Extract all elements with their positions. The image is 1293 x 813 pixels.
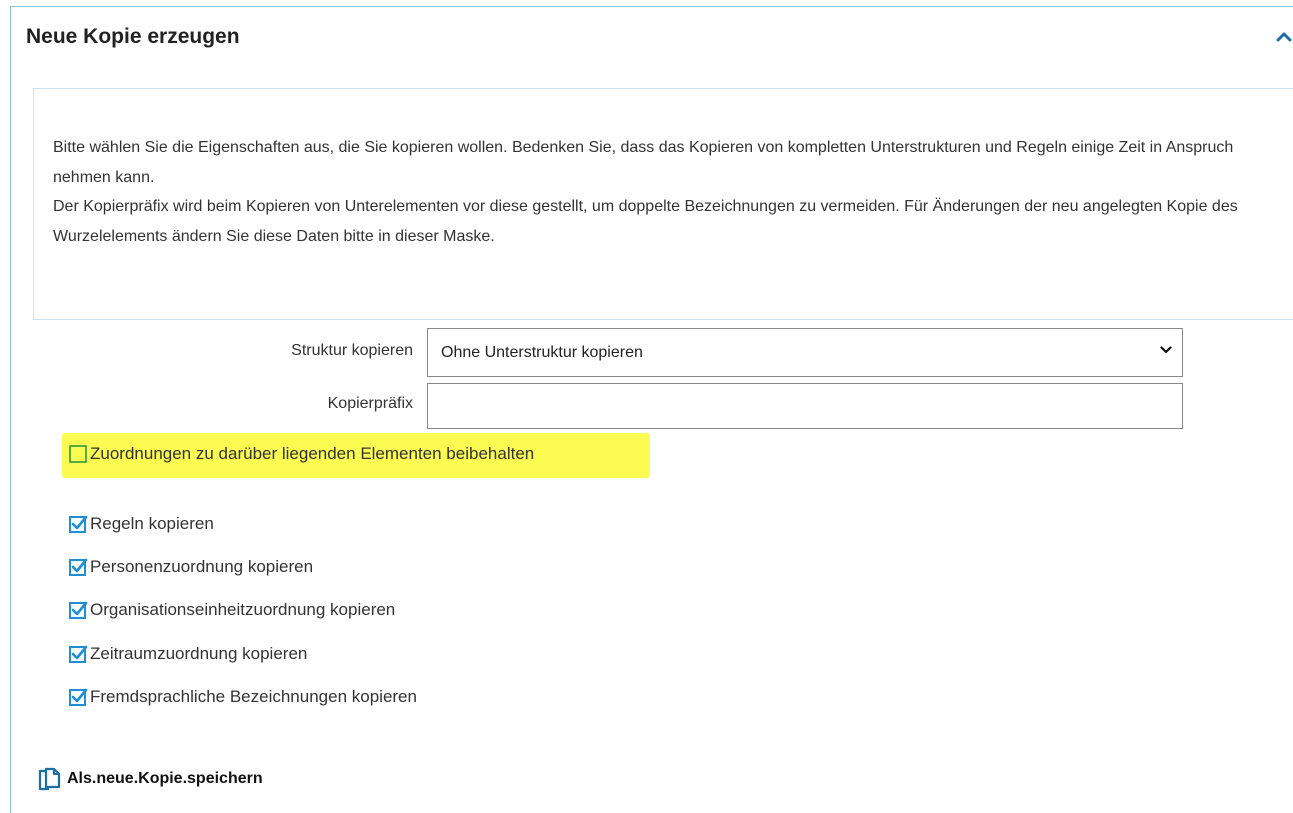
checkbox-checked-icon <box>69 558 88 576</box>
checkbox-checked-icon <box>69 645 88 663</box>
foreign-names-label: Fremdsprachliche Bezeichnungen kopieren <box>90 687 417 706</box>
org-units-checkbox[interactable]: Organisationseinheitzuordnung kopieren <box>68 598 395 622</box>
org-units-label: Organisationseinheitzuordnung kopieren <box>90 600 396 619</box>
periods-checkbox[interactable]: Zeitraumzuordnung kopieren <box>68 642 307 666</box>
info-paragraph-1: Bitte wählen Sie die Eigenschaften aus, … <box>53 139 1234 186</box>
chevron-up-icon <box>1276 32 1292 42</box>
rules-checkbox[interactable]: Regeln kopieren <box>68 512 214 536</box>
chevron-down-icon <box>1160 346 1172 354</box>
checkbox-checked-icon <box>69 515 88 533</box>
foreign-names-checkbox[interactable]: Fremdsprachliche Bezeichnungen kopieren <box>68 685 417 709</box>
save-as-copy-button[interactable]: Als.neue.Kopie.speichern <box>37 767 263 791</box>
checkbox-unchecked-icon <box>69 445 87 463</box>
keep-assignments-label: Zuordnungen zu darüber liegenden Element… <box>90 444 535 463</box>
save-as-copy-label: Als.neue.Kopie.speichern <box>67 770 263 787</box>
copy-document-icon <box>38 767 61 791</box>
checkbox-checked-icon <box>69 601 88 619</box>
persons-label: Personenzuordnung kopieren <box>90 557 314 576</box>
keep-assignments-checkbox[interactable]: Zuordnungen zu darüber liegenden Element… <box>68 442 534 466</box>
persons-checkbox[interactable]: Personenzuordnung kopieren <box>68 555 313 579</box>
checkbox-checked-icon <box>69 688 88 706</box>
panel-title: Neue Kopie erzeugen <box>26 25 240 48</box>
prefix-label: Kopierpräfix <box>327 395 413 412</box>
periods-label: Zeitraumzuordnung kopieren <box>90 644 308 663</box>
structure-select[interactable]: Ohne Unterstruktur kopieren <box>427 328 1183 377</box>
prefix-input[interactable] <box>427 383 1183 429</box>
collapse-button[interactable] <box>1275 28 1293 46</box>
info-paragraph-2: Der Kopierpräfix wird beim Kopieren von … <box>53 198 1238 246</box>
info-text: Bitte wählen Sie die Eigenschaften aus, … <box>53 133 1283 252</box>
structure-select-value: Ohne Unterstruktur kopieren <box>441 343 643 361</box>
structure-label: Struktur kopieren <box>291 342 413 359</box>
rules-label: Regeln kopieren <box>90 514 214 533</box>
